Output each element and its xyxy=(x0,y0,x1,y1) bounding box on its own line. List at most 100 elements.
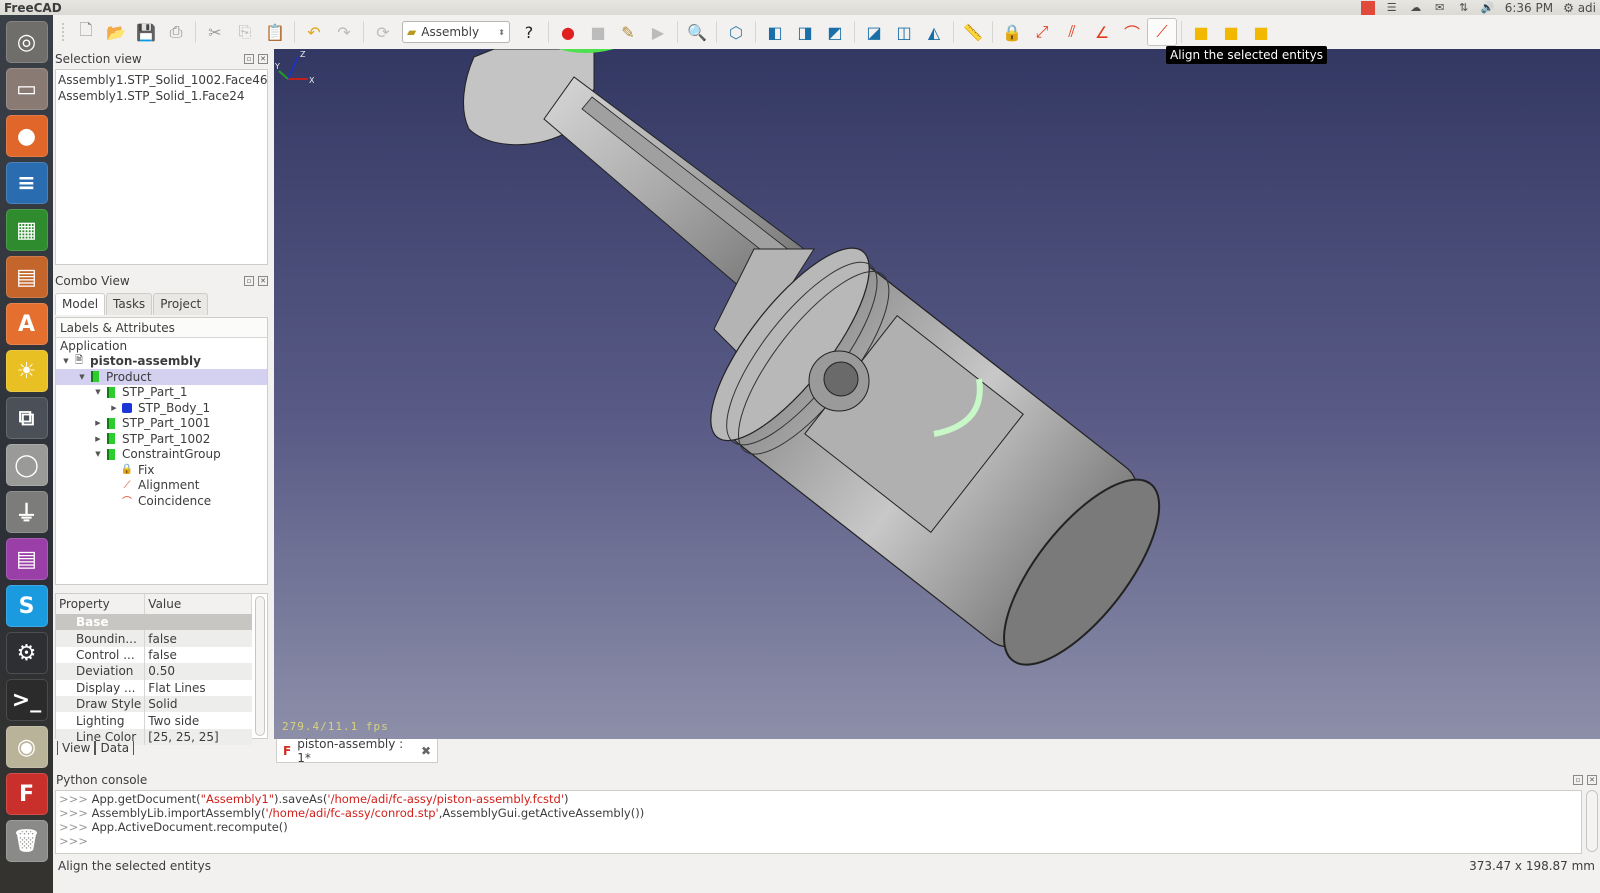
close-icon[interactable]: ✕ xyxy=(258,276,268,286)
expand-toggle-icon[interactable]: ▶ xyxy=(92,435,104,443)
property-value[interactable]: 0.50 xyxy=(144,663,252,680)
launcher-calc[interactable]: ▦ xyxy=(5,209,48,251)
expand-toggle-icon[interactable]: ▼ xyxy=(60,357,72,365)
tree-item[interactable]: ▼ STP_Part_1 xyxy=(56,385,267,401)
value-column-header[interactable]: Value xyxy=(144,594,252,614)
tree-item[interactable]: ▼ 🗎 piston-assembly xyxy=(56,354,267,370)
property-row[interactable]: Lighting Two side xyxy=(56,712,252,729)
selection-list[interactable]: Assembly1.STP_Solid_1002.Face46 Assembly… xyxy=(55,69,268,265)
clock[interactable]: 6:36 PM xyxy=(1505,1,1553,15)
measure-button[interactable]: 📏 xyxy=(958,18,988,46)
launcher-trash[interactable]: 🗑 xyxy=(5,820,48,862)
view-bottom-button[interactable]: ◫ xyxy=(889,18,919,46)
close-icon[interactable]: ✕ xyxy=(1587,775,1597,785)
undo-button[interactable]: ↶ xyxy=(299,18,329,46)
document-tab[interactable]: F piston-assembly : 1* ✖ xyxy=(276,737,438,765)
property-row[interactable]: Display ... Flat Lines xyxy=(56,679,252,696)
network-icon[interactable]: ⇅ xyxy=(1457,1,1471,14)
view-isometric-button[interactable]: ⬡ xyxy=(721,18,751,46)
float-icon[interactable]: ▫ xyxy=(244,276,254,286)
macro-stop-button[interactable]: ■ xyxy=(583,18,613,46)
record-indicator-icon[interactable] xyxy=(1360,0,1375,15)
float-icon[interactable]: ▫ xyxy=(1573,775,1583,785)
toolbar-grip[interactable] xyxy=(62,23,68,41)
launcher-skype[interactable]: S xyxy=(5,585,48,627)
volume-icon[interactable]: 🔊 xyxy=(1481,1,1495,14)
constraint-angle-button[interactable]: ∠ xyxy=(1087,18,1117,46)
part-add-1-button[interactable]: ■ xyxy=(1186,18,1216,46)
launcher-speaker[interactable]: ◉ xyxy=(5,726,48,768)
constraint-distance-button[interactable]: ⤢ xyxy=(1027,18,1057,46)
whats-this-button[interactable]: ? xyxy=(514,18,544,46)
part-add-3-button[interactable]: ■ xyxy=(1246,18,1276,46)
mail-icon[interactable]: ✉ xyxy=(1433,1,1447,14)
launcher-weather[interactable]: ☀ xyxy=(5,350,48,392)
launcher-impress[interactable]: ▤ xyxy=(5,256,48,298)
expand-toggle-icon[interactable]: ▼ xyxy=(92,388,104,396)
expand-toggle-icon[interactable]: ▼ xyxy=(76,373,88,381)
property-row[interactable]: Control ... false xyxy=(56,646,252,664)
launcher-files[interactable]: ▭ xyxy=(5,68,48,110)
new-button[interactable]: 🗋 xyxy=(71,18,101,46)
print-button[interactable]: ⎙ xyxy=(161,18,191,46)
python-console[interactable]: >>> App.getDocument("Assembly1").saveAs(… xyxy=(55,790,1582,854)
save-button[interactable]: 💾 xyxy=(131,18,161,46)
constraint-coincidence-button[interactable]: ⌒ xyxy=(1117,18,1147,46)
view-front-button[interactable]: ◧ xyxy=(760,18,790,46)
tree-item[interactable]: ▼ ConstraintGroup xyxy=(56,447,267,463)
macro-record-button[interactable]: ● xyxy=(553,18,583,46)
tree-item[interactable]: ▶ STP_Part_1002 xyxy=(56,431,267,447)
property-value[interactable]: [25, 25, 25] xyxy=(144,728,252,746)
property-editor[interactable]: Property Value Base Boundin... false Contr… xyxy=(55,593,268,746)
fit-all-button[interactable]: 🔍 xyxy=(682,18,712,46)
constraint-align-button[interactable]: ⟋ xyxy=(1147,18,1177,46)
float-icon[interactable]: ▫ xyxy=(244,54,254,64)
view-left-button[interactable]: ◭ xyxy=(919,18,949,46)
launcher-steam[interactable]: ⚙ xyxy=(5,632,48,674)
launcher-app-window[interactable]: ▤ xyxy=(5,538,48,580)
property-value[interactable]: Solid xyxy=(144,695,252,713)
cloud-icon[interactable]: ☁ xyxy=(1409,1,1423,14)
property-row[interactable]: Deviation 0.50 xyxy=(56,663,252,680)
property-row[interactable]: Draw Style Solid xyxy=(56,695,252,713)
close-icon[interactable]: ✕ xyxy=(258,54,268,64)
tab-view[interactable]: View xyxy=(57,741,96,755)
cut-button[interactable]: ✂ xyxy=(200,18,230,46)
paste-button[interactable]: 📋 xyxy=(260,18,290,46)
view-rear-button[interactable]: ◪ xyxy=(859,18,889,46)
workbench-selector[interactable]: ▰ Assembly ⬍ xyxy=(402,21,510,43)
session-menu[interactable]: ⚙ adi xyxy=(1563,1,1596,15)
console-scrollbar[interactable] xyxy=(1586,790,1598,852)
property-scrollbar[interactable] xyxy=(255,596,265,736)
piston-assembly-model[interactable] xyxy=(274,49,1600,739)
property-row[interactable]: Boundin... false xyxy=(56,630,252,647)
view-top-button[interactable]: ◨ xyxy=(790,18,820,46)
model-tree[interactable]: Labels & Attributes Application ▼ 🗎 piston-… xyxy=(55,317,268,585)
tab-model[interactable]: Model xyxy=(55,293,106,315)
launcher-software-center[interactable]: A xyxy=(5,303,48,345)
open-button[interactable]: 📂 xyxy=(101,18,131,46)
launcher-dash-home[interactable]: ◎ xyxy=(5,21,48,63)
view-right-button[interactable]: ◩ xyxy=(820,18,850,46)
notes-icon[interactable]: ☰ xyxy=(1385,1,1399,14)
macro-edit-button[interactable]: ✎ xyxy=(613,18,643,46)
part-add-2-button[interactable]: ■ xyxy=(1216,18,1246,46)
launcher-disk[interactable]: ◯ xyxy=(5,444,48,486)
launcher-usb[interactable]: ⏚ xyxy=(5,491,48,533)
tree-item[interactable]: ⟋ Alignment xyxy=(56,478,267,494)
constraint-parallel-button[interactable]: ⫽ xyxy=(1057,18,1087,46)
launcher-firefox[interactable]: ● xyxy=(5,115,48,157)
redo-button[interactable]: ↷ xyxy=(329,18,359,46)
macro-play-button[interactable]: ▶ xyxy=(643,18,673,46)
expand-toggle-icon[interactable]: ▼ xyxy=(92,450,104,458)
property-value[interactable]: Two side xyxy=(145,712,252,728)
selection-item[interactable]: Assembly1.STP_Solid_1.Face24 xyxy=(58,88,265,104)
tab-project[interactable]: Project xyxy=(153,293,209,315)
selection-item[interactable]: Assembly1.STP_Solid_1002.Face46 xyxy=(58,72,267,88)
property-value[interactable]: false xyxy=(145,647,252,663)
close-tab-icon[interactable]: ✖ xyxy=(421,744,431,758)
tree-item[interactable]: ▶ STP_Part_1001 xyxy=(56,416,267,432)
copy-button[interactable]: ⎘ xyxy=(230,18,260,46)
property-group[interactable]: Base xyxy=(56,614,252,631)
tree-item[interactable]: ⌒ Coincidence xyxy=(56,493,267,509)
